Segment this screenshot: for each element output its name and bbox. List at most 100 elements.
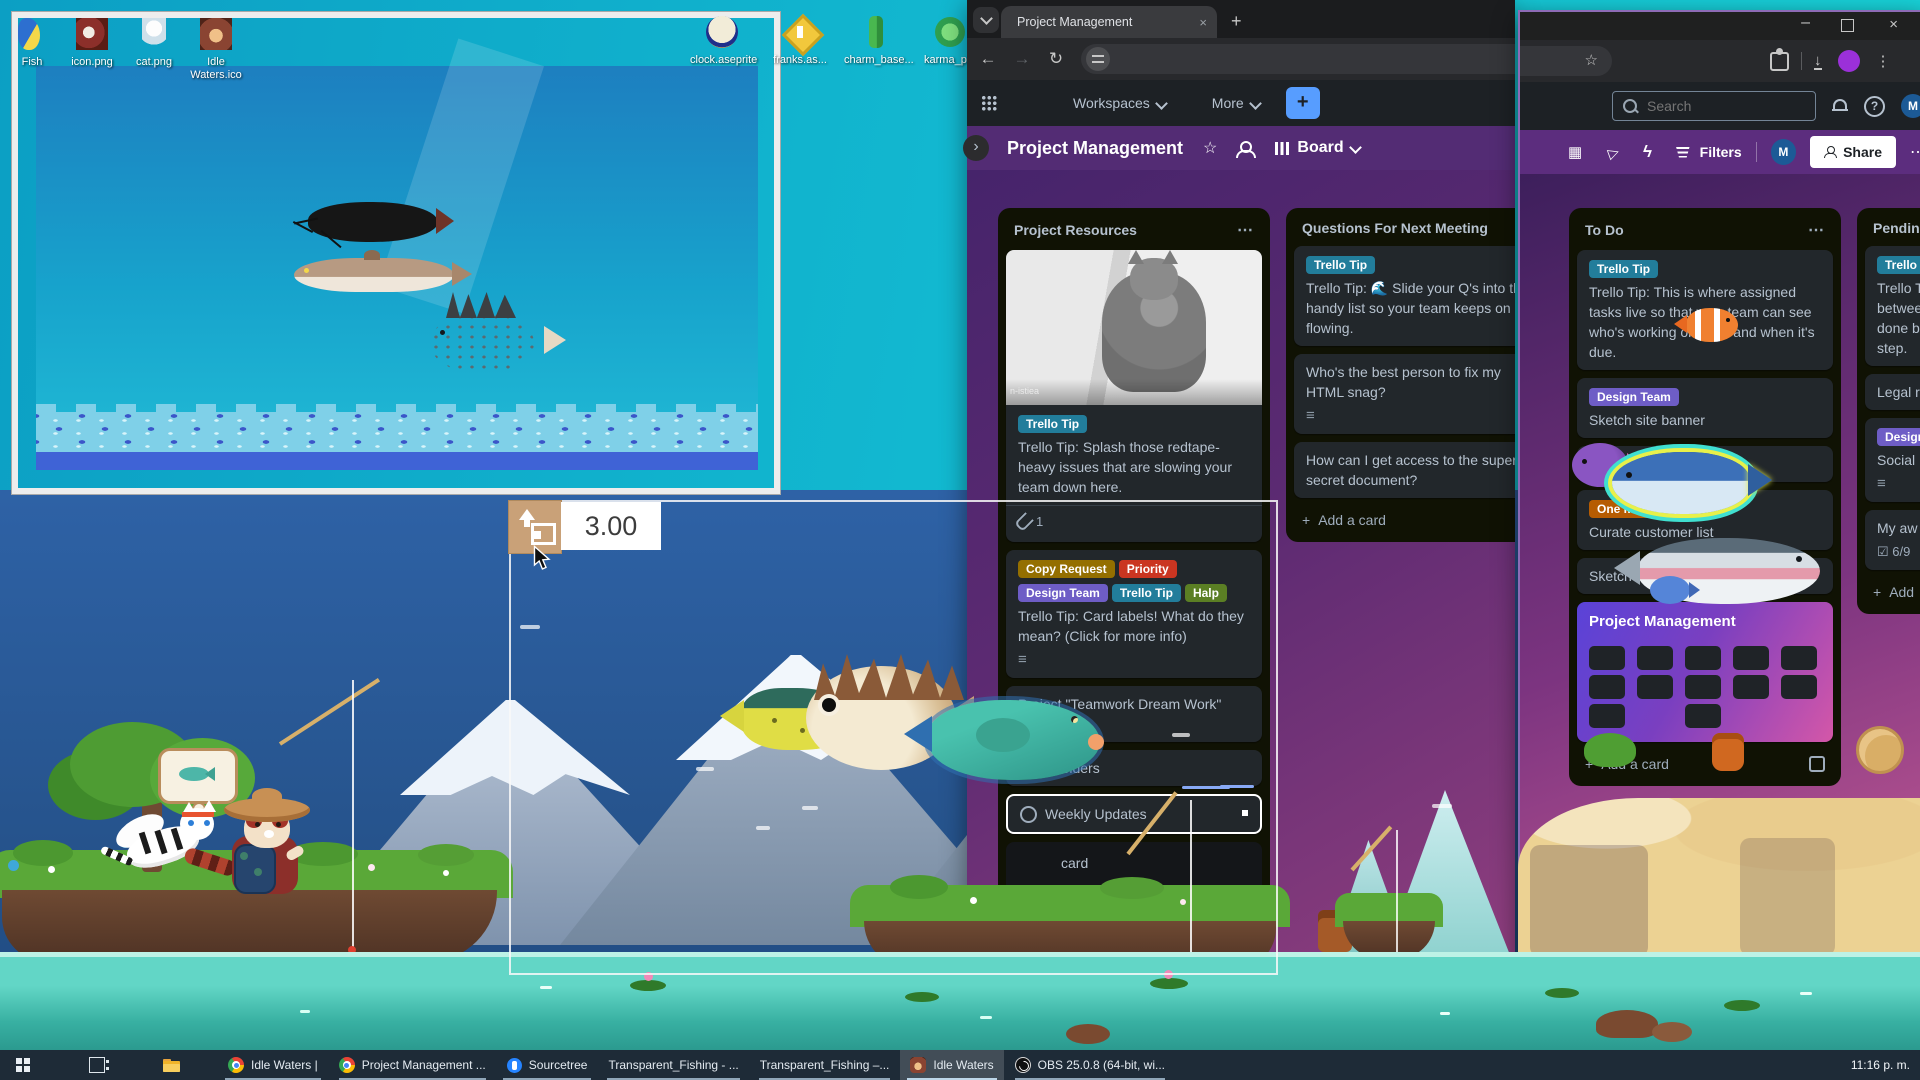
taskbar-clock[interactable]: 11:16 p. m. bbox=[1851, 1050, 1920, 1080]
board-visibility-icon[interactable] bbox=[1235, 141, 1253, 155]
desktop-icon-idle-waters-ico[interactable]: Idle Waters.ico bbox=[184, 16, 248, 82]
board-view-icon bbox=[1275, 142, 1289, 155]
tab-close-icon[interactable]: × bbox=[1199, 15, 1207, 30]
address-bar-end[interactable]: ☆ bbox=[1520, 46, 1612, 76]
forward-icon[interactable]: → bbox=[1005, 49, 1039, 69]
desktop-icon-cat-png[interactable]: cat.png bbox=[122, 16, 186, 69]
tune-icon[interactable] bbox=[1086, 47, 1110, 71]
card-html-snag[interactable]: Who's the best person to fix my HTML sna… bbox=[1294, 354, 1515, 434]
list-menu-icon[interactable]: ⋯ bbox=[1808, 220, 1825, 240]
desktop-icon-fish[interactable]: Fish bbox=[0, 16, 64, 69]
search-box[interactable] bbox=[1612, 91, 1816, 121]
search-input[interactable] bbox=[1645, 97, 1789, 115]
extensions-puzzle-icon[interactable] bbox=[1770, 52, 1789, 71]
label-design-team[interactable]: Design Team bbox=[1589, 388, 1679, 406]
file-explorer-button[interactable] bbox=[148, 1050, 194, 1080]
more-menu[interactable]: More bbox=[1212, 95, 1260, 111]
capture-region-outline[interactable] bbox=[509, 500, 1278, 975]
reload-icon[interactable]: ↻ bbox=[1039, 49, 1073, 69]
card-secret-document[interactable]: How can I get access to the super secret… bbox=[1294, 442, 1515, 498]
notifications-bell-icon[interactable] bbox=[1832, 99, 1846, 113]
karma-thumb bbox=[935, 17, 965, 47]
card-template-icon[interactable] bbox=[1809, 756, 1825, 772]
calendar-icon[interactable]: ▦ bbox=[1568, 143, 1582, 161]
taskbar-item-idle-waters-active[interactable]: Idle Waters bbox=[900, 1050, 1003, 1080]
member-avatar[interactable]: M bbox=[1901, 94, 1920, 118]
browser-menu-kebab-icon[interactable]: ⋮ bbox=[1876, 52, 1891, 70]
taskbar-item-obs[interactable]: OBS 25.0.8 (64-bit, wi... bbox=[1005, 1050, 1175, 1080]
close-icon[interactable]: × bbox=[1889, 16, 1898, 33]
card-line: Legal re bbox=[1877, 382, 1920, 402]
card-legal[interactable]: Legal re bbox=[1865, 374, 1920, 410]
card-sketch-front[interactable]: Sketch the … front bbox=[1577, 558, 1833, 594]
card-trello-tip-splash[interactable]: n-istiea Trello Tip Trello Tip: Splash t… bbox=[1006, 250, 1262, 542]
card-sketch-site-banner[interactable]: Design Team Sketch site banner bbox=[1577, 378, 1833, 438]
help-icon[interactable]: ? bbox=[1864, 96, 1885, 117]
list-questions-for-next-meeting: Questions For Next Meeting Trello Tip Tr… bbox=[1286, 208, 1515, 542]
mini-board-column bbox=[1733, 646, 1769, 732]
label-trello-tip[interactable]: Trello Tip bbox=[1306, 256, 1375, 274]
taskbar-item-sourcetree[interactable]: Sourcetree bbox=[497, 1050, 598, 1080]
bookmark-star-icon[interactable]: ☆ bbox=[1585, 51, 1598, 69]
desktop-icon-icon-png[interactable]: icon.png bbox=[60, 16, 124, 69]
card-pending-tip[interactable]: Trello Tip Trello T betwee done b step. bbox=[1865, 246, 1920, 366]
label-trello-tip[interactable]: Trello Tip bbox=[1589, 260, 1658, 278]
start-button[interactable] bbox=[0, 1050, 46, 1080]
send-icon[interactable]: ▷ bbox=[1606, 142, 1622, 162]
automation-lightning-icon[interactable]: ϟ bbox=[1643, 142, 1652, 162]
taskbar-item-project-management[interactable]: Project Management ... bbox=[329, 1050, 496, 1080]
task-view-button[interactable] bbox=[74, 1050, 120, 1080]
label-one-more-step[interactable]: One more step bbox=[1589, 500, 1689, 518]
label-trello-tip[interactable]: Trello Tip bbox=[1877, 256, 1920, 274]
taskbar-item-transparent-fishing-1[interactable]: Transparent_Fishing - ... bbox=[598, 1050, 748, 1080]
apps-grid-icon[interactable] bbox=[981, 95, 997, 111]
add-card-button[interactable]: + Add a card bbox=[1294, 506, 1515, 534]
expand-sidebar-button[interactable]: › bbox=[963, 135, 989, 161]
tune-line bbox=[1092, 61, 1104, 63]
back-icon[interactable]: ← bbox=[971, 49, 1005, 69]
new-tab-button[interactable]: + bbox=[1231, 11, 1242, 32]
card-social[interactable]: Design Team Social ≡ bbox=[1865, 418, 1920, 502]
taskbar-item-transparent-fishing-2[interactable]: Transparent_Fishing –... bbox=[750, 1050, 900, 1080]
board-menu-ellipsis-icon[interactable]: ⋯ bbox=[1910, 142, 1920, 162]
add-card-button[interactable]: + Add a card bbox=[1577, 750, 1833, 778]
browser-window-right[interactable]: – × ☆ ↓ ⋮ ? M ▦ ▷ ϟ Filters M bbox=[1518, 10, 1920, 968]
card-project-management-cover[interactable]: Project Management bbox=[1577, 602, 1833, 742]
create-button[interactable]: + bbox=[1286, 87, 1320, 119]
browser-tab[interactable]: Project Management × bbox=[1001, 6, 1217, 38]
filter-icon[interactable] bbox=[1676, 147, 1690, 158]
card-title: Sketch site banner bbox=[1589, 410, 1821, 430]
card-edit-email[interactable]: Edit email … bbox=[1577, 446, 1833, 482]
tab-search-chevron-button[interactable] bbox=[973, 7, 999, 33]
desktop-icon-clock-aseprite[interactable]: clock.aseprite bbox=[690, 14, 754, 67]
add-card-button[interactable]: + Add bbox=[1865, 578, 1920, 606]
workspaces-menu[interactable]: Workspaces bbox=[1073, 95, 1166, 111]
desktop-icon-franks[interactable]: franks.as... bbox=[768, 14, 832, 67]
sourcetree-icon bbox=[507, 1058, 522, 1073]
board-member-avatar[interactable]: M bbox=[1771, 139, 1796, 165]
address-bar[interactable] bbox=[1081, 44, 1515, 74]
fish-file-icon bbox=[14, 16, 50, 52]
list-menu-icon[interactable]: ⋯ bbox=[1237, 220, 1254, 240]
filters-label[interactable]: Filters bbox=[1700, 144, 1742, 160]
label-design-team[interactable]: Design Team bbox=[1877, 428, 1920, 446]
label-trello-tip[interactable]: Trello Tip bbox=[1018, 415, 1087, 433]
fish-tank-window[interactable] bbox=[12, 12, 780, 494]
minimize-icon[interactable]: – bbox=[1801, 14, 1810, 32]
card-curate-customer-list[interactable]: One more step Curate customer list bbox=[1577, 490, 1833, 550]
card-questions-tip[interactable]: Trello Tip Trello Tip: 🌊 Slide your Q's … bbox=[1294, 246, 1515, 346]
board-view-switcher[interactable]: Board bbox=[1297, 139, 1359, 157]
download-icon[interactable]: ↓ bbox=[1814, 53, 1822, 70]
desktop-icon-charm-base[interactable]: charm_base... bbox=[844, 14, 908, 67]
browser-toolbar: ☆ ↓ ⋮ bbox=[1520, 40, 1920, 82]
fish-eye bbox=[304, 268, 309, 273]
browser-profile-avatar[interactable] bbox=[1838, 50, 1860, 72]
card-my-awesome[interactable]: My aw ☑ 6/9 bbox=[1865, 510, 1920, 570]
maximize-icon[interactable] bbox=[1841, 19, 1854, 32]
window-titlebar[interactable]: – × bbox=[1520, 12, 1920, 40]
share-button[interactable]: Share bbox=[1810, 136, 1896, 168]
tab-strip: Project Management × + bbox=[967, 0, 1515, 38]
star-icon[interactable]: ☆ bbox=[1203, 138, 1217, 158]
card-todo-tip[interactable]: Trello Tip Trello Tip: This is where ass… bbox=[1577, 250, 1833, 370]
taskbar-item-idle-waters-tab[interactable]: Idle Waters | bbox=[218, 1050, 328, 1080]
